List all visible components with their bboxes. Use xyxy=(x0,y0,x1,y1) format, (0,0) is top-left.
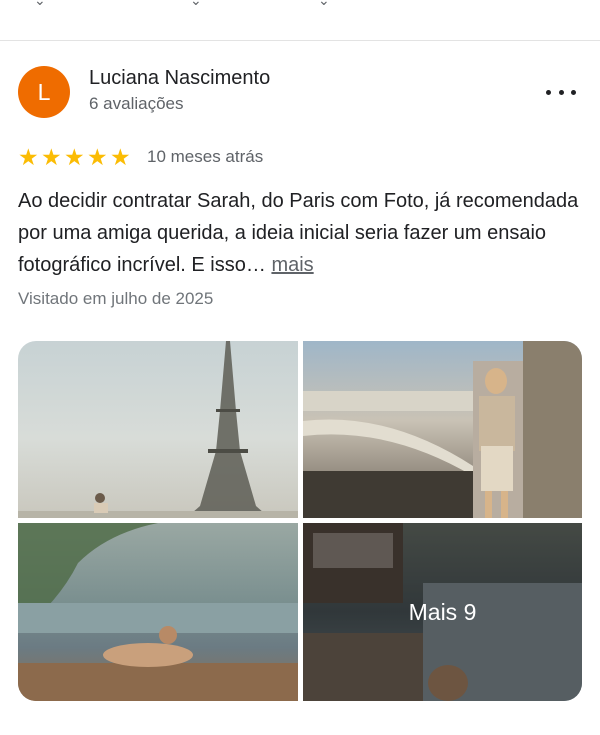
review-header: L Luciana Nascimento 6 avaliações xyxy=(18,66,582,118)
bridge-illustration xyxy=(303,341,582,518)
eiffel-tower-illustration xyxy=(18,341,298,518)
author-name[interactable]: Luciana Nascimento xyxy=(89,67,270,90)
photo-bridge-portrait[interactable] xyxy=(303,341,582,518)
star-icon: ★ xyxy=(87,143,108,170)
previous-section-partial: ⌄ ⌄ ⌄ xyxy=(0,0,600,40)
partial-icon: ⌄ xyxy=(190,0,202,8)
star-icon: ★ xyxy=(41,143,62,170)
author-reviews-count: 6 avaliações xyxy=(89,94,184,113)
star-icon: ★ xyxy=(18,143,39,170)
visited-date: Visitado em julho de 2025 xyxy=(18,289,214,308)
photo-more[interactable]: Mais 9 xyxy=(303,523,582,701)
star-rating: ★ ★ ★ ★ ★ xyxy=(18,143,131,170)
read-more-link[interactable]: mais xyxy=(271,254,313,276)
review-body: Ao decidir contratar Sarah, do Paris com… xyxy=(18,185,586,281)
review-time: 10 meses atrás xyxy=(147,147,264,166)
river-illustration xyxy=(18,523,298,701)
more-photos-overlay[interactable]: Mais 9 xyxy=(303,523,582,701)
more-dot xyxy=(546,89,551,95)
photo-river-sunbathing[interactable] xyxy=(18,523,298,701)
avatar[interactable]: L xyxy=(18,66,70,118)
star-icon: ★ xyxy=(110,143,131,170)
more-options-icon[interactable] xyxy=(546,80,576,104)
rating-row: ★ ★ ★ ★ ★ 10 meses atrás xyxy=(18,144,263,170)
photo-eiffel-tower[interactable] xyxy=(18,341,298,518)
partial-icon: ⌄ xyxy=(318,0,330,8)
divider xyxy=(0,40,600,41)
more-photos-label: Mais 9 xyxy=(408,598,477,625)
star-icon: ★ xyxy=(64,143,85,170)
more-dot xyxy=(571,89,576,95)
partial-icon: ⌄ xyxy=(34,0,46,8)
more-dot xyxy=(558,89,564,95)
photo-gallery: Mais 9 xyxy=(18,341,582,701)
